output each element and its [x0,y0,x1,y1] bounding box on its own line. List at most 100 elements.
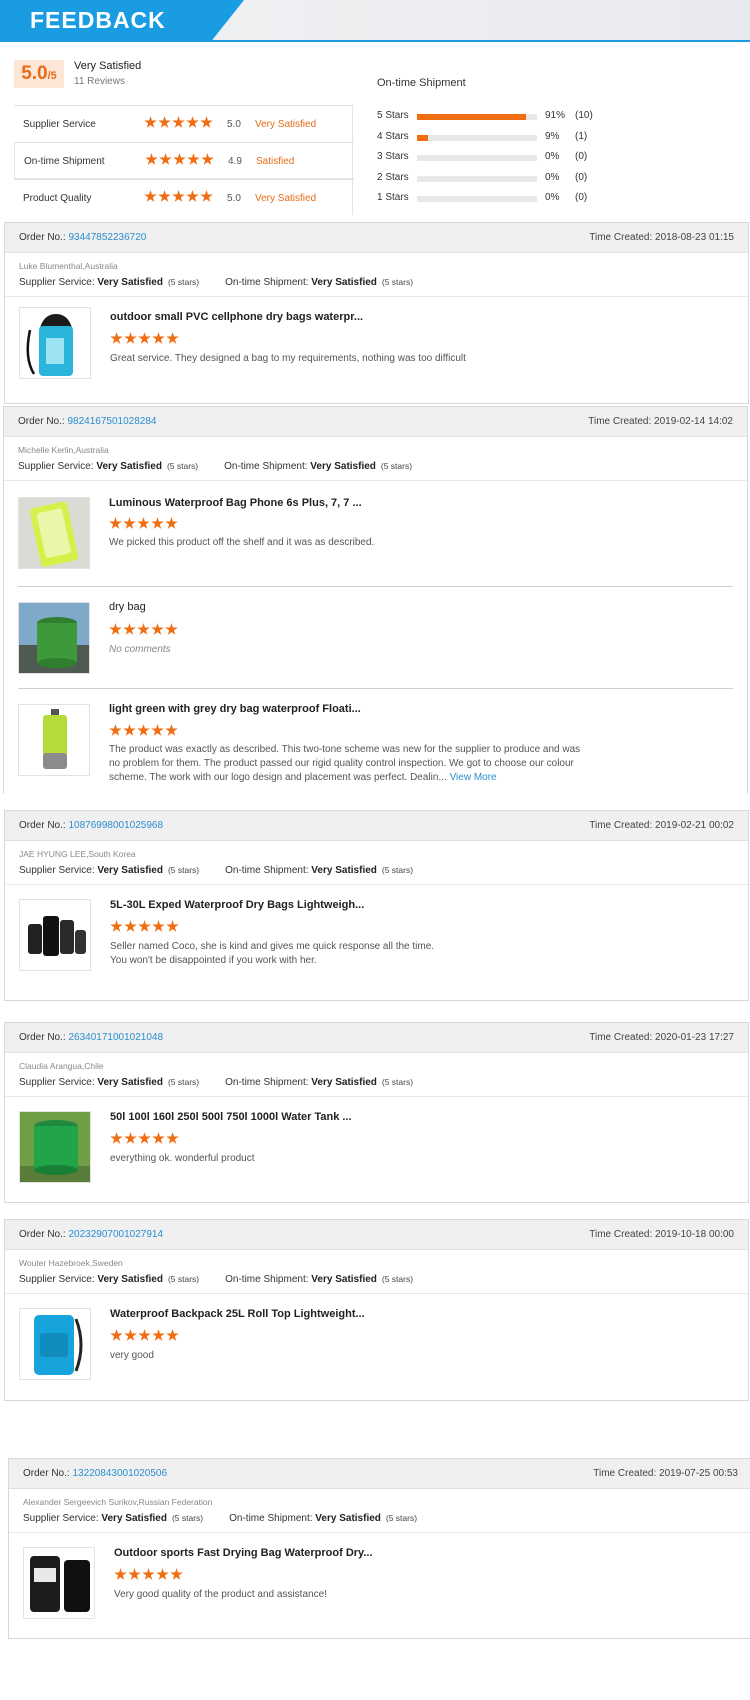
star-icon [137,623,150,635]
star-icon [158,116,171,128]
blue-backpack-icon[interactable] [19,1308,91,1380]
review-comment: We picked this product off the shelf and… [109,537,375,548]
reviewer-name: Michelle Kerlin,Australia [18,445,109,455]
star-rating [110,332,180,345]
star-icon [114,1568,127,1580]
review-comment: Very good quality of the product and ass… [114,1589,327,1600]
distribution-row: 2 Stars 0% (0) [377,172,607,193]
blue-dry-bag-icon[interactable] [19,307,91,379]
view-more-link[interactable]: View More [450,772,497,783]
review-comment: Great service. They designed a bag to my… [110,353,466,364]
reviewer-name: Luke Blumenthal,Australia [19,261,118,271]
star-icon [165,724,178,736]
product-title[interactable]: 50l 100l 160l 250l 500l 750l 1000l Water… [110,1111,352,1123]
distribution-row: 4 Stars 9% (1) [377,131,607,152]
order-number-link[interactable]: 20232907001027914 [68,1229,163,1240]
distribution-label: 1 Stars [377,192,409,203]
star-icon [144,190,157,202]
product-title[interactable]: 5L-30L Exped Waterproof Dry Bags Lightwe… [110,899,364,911]
metrics-divider [352,105,353,215]
order-time: Time Created: 2019-10-18 00:00 [589,1229,734,1240]
page-title: FEEDBACK [30,7,166,33]
star-rating [144,116,214,129]
star-icon [166,332,179,344]
star-rating [144,190,214,203]
star-icon [128,1568,141,1580]
star-rating [109,623,179,636]
star-icon [151,724,164,736]
green-water-tank-icon[interactable] [19,1111,91,1183]
order-number-link[interactable]: 9824167501028284 [67,416,156,427]
star-icon [137,724,150,736]
review-item: 50l 100l 160l 250l 500l 750l 1000l Water… [5,1097,748,1195]
order-number-link[interactable]: 13220843001020506 [72,1468,167,1479]
distribution-label: 2 Stars [377,171,409,183]
star-icon [156,1568,169,1580]
order-number-link[interactable]: 10876998001025968 [68,820,163,831]
order-ratings: Supplier Service: Very Satisfied (5 stars… [5,269,748,297]
star-icon [110,1132,123,1144]
order-number-link[interactable]: 93447852236720 [68,232,146,243]
distribution-count: (1) [575,130,588,142]
phone-pouch-icon[interactable] [18,497,90,569]
metric-text: Very Satisfied [255,119,317,130]
star-icon [123,517,136,529]
metric-value: 4.9 [228,156,242,167]
star-icon [166,1329,179,1341]
review-comment: No comments [109,644,171,655]
star-icon [172,116,185,128]
black-bag-icon[interactable] [23,1547,95,1619]
order-number-label: Order No.: 26340171001021048 [19,1032,164,1043]
star-rating [110,1132,180,1145]
order-header: Order No.: 26340171001021048 Time Create… [5,1023,748,1053]
order-number-label: Order No.: 13220843001020506 [23,1468,168,1479]
order-number-link[interactable]: 26340171001021048 [68,1032,163,1043]
reviewer-name: JAE HYUNG LEE,South Korea [19,849,136,859]
product-title[interactable]: dry bag [109,601,146,613]
distribution-bar [417,155,537,161]
review-comment: Seller named Coco, she is kind and gives… [110,941,435,966]
star-icon [159,153,172,165]
metric-name: Supplier Service [23,119,96,130]
distribution-percent: 91% [545,110,566,121]
order-ratings: Supplier Service: Very Satisfied (5 stars… [9,1505,750,1533]
review-comment: very good [110,1350,154,1361]
star-icon [200,116,213,128]
star-icon [137,517,150,529]
distribution-row: 1 Stars 0% (0) [377,192,607,213]
distribution-percent: 0% [545,192,560,203]
metric-name: Product Quality [23,193,92,204]
overall-score: 5.0 [21,63,48,84]
reviewer-name: Alexander Sergeevich Surikov,Russian Fed… [23,1497,213,1507]
star-distribution: 5 Stars 91% (10) 4 Stars 9% (1) 3 Stars … [377,110,607,213]
review-item: Waterproof Backpack 25L Roll Top Lightwe… [5,1294,748,1393]
star-rating [145,153,215,166]
product-title[interactable]: Outdoor sports Fast Drying Bag Waterproo… [114,1547,373,1559]
star-icon [165,517,178,529]
distribution-percent: 9% [545,130,560,142]
green-dry-bag-icon[interactable] [18,602,90,674]
metric-ontime-shipment[interactable]: On-time Shipment 4.9 Satisfied [14,142,354,179]
order-card: Order No.: 20232907001027914 Time Create… [4,1219,749,1401]
metric-name: On-time Shipment [24,156,105,167]
product-title[interactable]: Luminous Waterproof Bag Phone 6s Plus, 7… [109,497,362,509]
review-item: Outdoor sports Fast Drying Bag Waterproo… [9,1533,750,1631]
star-icon [170,1568,183,1580]
lime-dry-bag-icon[interactable] [18,704,90,776]
distribution-title: On-time Shipment [377,77,466,89]
product-title[interactable]: light green with grey dry bag waterproof… [109,703,361,715]
metric-supplier-service: Supplier Service 5.0 Very Satisfied [14,105,354,142]
order-header: Order No.: 10876998001025968 Time Create… [5,811,748,841]
product-title[interactable]: Waterproof Backpack 25L Roll Top Lightwe… [110,1308,365,1320]
star-rating [109,517,179,530]
order-time: Time Created: 2019-02-14 14:02 [588,416,733,427]
product-title[interactable]: outdoor small PVC cellphone dry bags wat… [110,311,363,323]
distribution-bar [417,114,537,120]
star-icon [124,1329,137,1341]
black-dry-bags-icon[interactable] [19,899,91,971]
star-icon [145,153,158,165]
distribution-label: 4 Stars [377,130,409,142]
distribution-percent: 0% [545,171,560,183]
order-number-label: Order No.: 20232907001027914 [19,1229,164,1240]
star-icon [123,724,136,736]
